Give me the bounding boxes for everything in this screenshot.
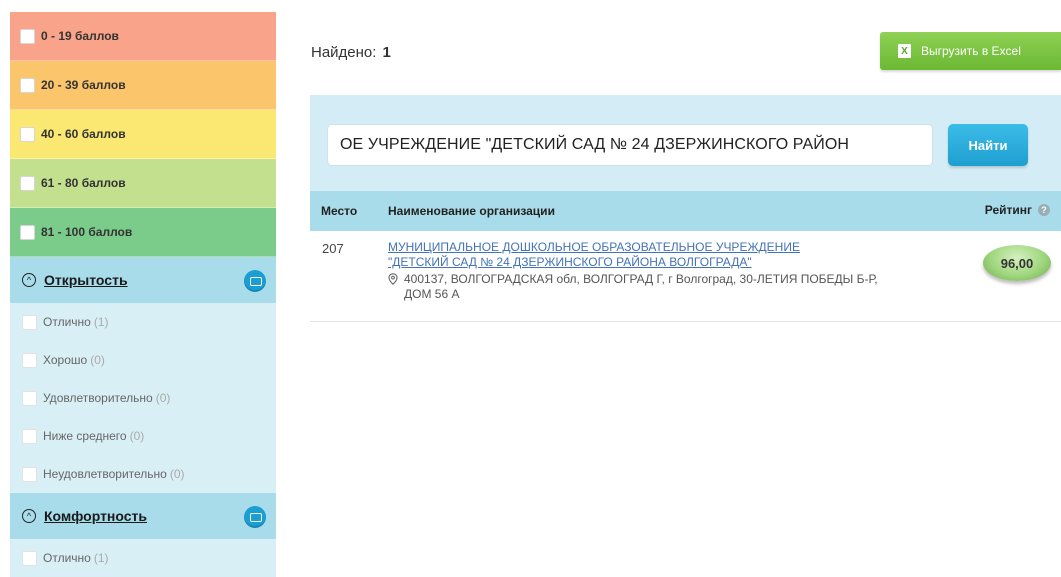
chevron-up-icon[interactable]: ^ [22,273,36,287]
search-button[interactable]: Найти [948,124,1028,166]
search-input[interactable]: ОЕ УЧРЕЖДЕНИЕ "ДЕТСКИЙ САД № 24 ДЗЕРЖИНС… [327,124,933,166]
filter-sidebar: 0 - 19 баллов 20 - 39 баллов 40 - 60 бал… [10,12,276,577]
filter-label: Удовлетворительно [43,391,153,405]
filter-label: Отлично [43,551,91,565]
address-text: 400137, ВОЛГОГРАДСКАЯ обл, ВОЛГОГРАД Г, … [404,272,878,301]
column-header-rating[interactable]: Рейтинг ? [985,203,1050,217]
checkbox[interactable] [22,428,37,444]
filter-label: Хорошо [43,353,88,367]
filter-count: (0) [90,353,105,367]
section-title[interactable]: Комфортность [44,508,147,524]
section-title[interactable]: Открытость [44,272,128,288]
checkbox[interactable] [22,352,37,368]
filter-count: (0) [169,467,185,481]
filter-label: Отлично [43,315,91,329]
search-panel: ОЕ УЧРЕЖДЕНИЕ "ДЕТСКИЙ САД № 24 ДЗЕРЖИНС… [310,95,1061,191]
cell-place: 207 [322,241,344,256]
question-icon[interactable]: ? [1038,204,1050,216]
comfort-filter-list: Отлично (1) [10,539,276,577]
found-label: Найдено: [311,44,377,61]
checkbox[interactable] [22,314,37,330]
filter-item[interactable]: Отлично (1) [10,539,276,577]
filter-label: Неудовлетворительно [43,467,167,481]
organization-link[interactable]: МУНИЦИПАЛЬНОЕ ДОШКОЛЬНОЕ ОБРАЗОВАТЕЛЬНОЕ… [388,240,908,270]
score-filter-81-100[interactable]: 81 - 100 баллов [10,208,276,257]
filter-item[interactable]: Отлично (1) [10,303,276,341]
filter-item[interactable]: Неудовлетворительно (0) [10,455,276,493]
organization-name-line1: МУНИЦИПАЛЬНОЕ ДОШКОЛЬНОЕ ОБРАЗОВАТЕЛЬНОЕ… [388,240,800,254]
organization-address: 400137, ВОЛГОГРАДСКАЯ обл, ВОЛГОГРАД Г, … [388,272,908,302]
score-filter-label: 20 - 39 баллов [41,78,126,92]
cup-icon [244,506,266,528]
chevron-up-icon[interactable]: ^ [22,509,36,523]
filter-label: Ниже среднего [43,429,127,443]
section-comfort-header[interactable]: ^ Комфортность [10,493,276,539]
export-excel-label: Выгрузить в Excel [921,44,1021,58]
score-filter-40-60[interactable]: 40 - 60 баллов [10,110,276,159]
filter-count: (0) [155,391,171,405]
cell-organization: МУНИЦИПАЛЬНОЕ ДОШКОЛЬНОЕ ОБРАЗОВАТЕЛЬНОЕ… [388,240,908,302]
section-openness-header[interactable]: ^ Открытость [10,257,276,303]
column-header-place[interactable]: Место [321,204,357,218]
checkbox[interactable] [20,175,35,191]
results-table-header: Место Наименование организации Рейтинг ? [310,191,1061,231]
results-count: Найдено: 1 [311,44,391,61]
filter-count: (1) [93,315,109,329]
column-header-name[interactable]: Наименование организации [388,204,555,218]
excel-icon: X [898,44,911,58]
score-filter-label: 81 - 100 баллов [41,225,133,239]
found-count: 1 [382,44,391,61]
export-excel-button[interactable]: X Выгрузить в Excel [880,32,1061,70]
checkbox[interactable] [22,550,37,566]
checkbox[interactable] [20,77,35,93]
filter-item[interactable]: Хорошо (0) [10,341,276,379]
rating-badge: 96,00 [983,245,1051,281]
score-filter-label: 0 - 19 баллов [41,29,119,43]
checkbox[interactable] [22,466,37,482]
map-pin-icon [388,273,398,285]
score-filter-20-39[interactable]: 20 - 39 баллов [10,61,276,110]
score-filter-61-80[interactable]: 61 - 80 баллов [10,159,276,208]
filter-item[interactable]: Удовлетворительно (0) [10,379,276,417]
organization-name-line2: "ДЕТСКИЙ САД № 24 ДЗЕРЖИНСКОГО РАЙОНА ВО… [388,255,752,269]
filter-count: (1) [93,551,109,565]
monitor-icon [244,270,266,292]
checkbox[interactable] [22,390,37,406]
column-header-rating-label: Рейтинг [984,203,1032,217]
table-row: 207 МУНИЦИПАЛЬНОЕ ДОШКОЛЬНОЕ ОБРАЗОВАТЕЛ… [310,231,1061,322]
score-filter-label: 61 - 80 баллов [41,176,126,190]
checkbox[interactable] [20,126,35,142]
filter-count: (0) [129,429,145,443]
checkbox[interactable] [20,224,35,240]
filter-item[interactable]: Ниже среднего (0) [10,417,276,455]
checkbox[interactable] [20,28,35,44]
openness-filter-list: Отлично (1) Хорошо (0) Удовлетворительно… [10,303,276,493]
score-filter-0-19[interactable]: 0 - 19 баллов [10,12,276,61]
score-filter-label: 40 - 60 баллов [41,127,126,141]
